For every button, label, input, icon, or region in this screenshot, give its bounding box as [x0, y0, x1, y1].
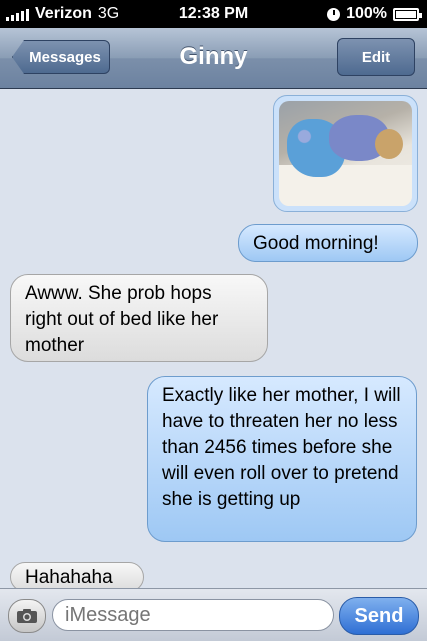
- send-button[interactable]: Send: [339, 597, 419, 635]
- sent-photo-message[interactable]: [273, 95, 418, 212]
- alarm-clock-icon: [327, 7, 341, 21]
- status-right: 100%: [327, 5, 422, 23]
- status-bar: Verizon 3G 12:38 PM 100%: [0, 0, 427, 28]
- battery-icon: [393, 7, 422, 21]
- imessage-input[interactable]: [52, 599, 334, 631]
- photo-thumbnail[interactable]: [279, 101, 412, 206]
- nav-bar: Messages Ginny Edit: [0, 28, 427, 89]
- battery-percent: 100%: [346, 5, 387, 22]
- sent-message-bubble[interactable]: Exactly like her mother, I will have to …: [147, 376, 417, 542]
- camera-icon: [17, 609, 37, 623]
- message-input-bar: Send: [0, 588, 427, 641]
- edit-button[interactable]: Edit: [337, 38, 415, 76]
- sent-message-bubble[interactable]: Good morning!: [238, 224, 418, 262]
- received-message-bubble[interactable]: Awww. She prob hops right out of bed lik…: [10, 274, 268, 362]
- camera-button[interactable]: [8, 599, 46, 633]
